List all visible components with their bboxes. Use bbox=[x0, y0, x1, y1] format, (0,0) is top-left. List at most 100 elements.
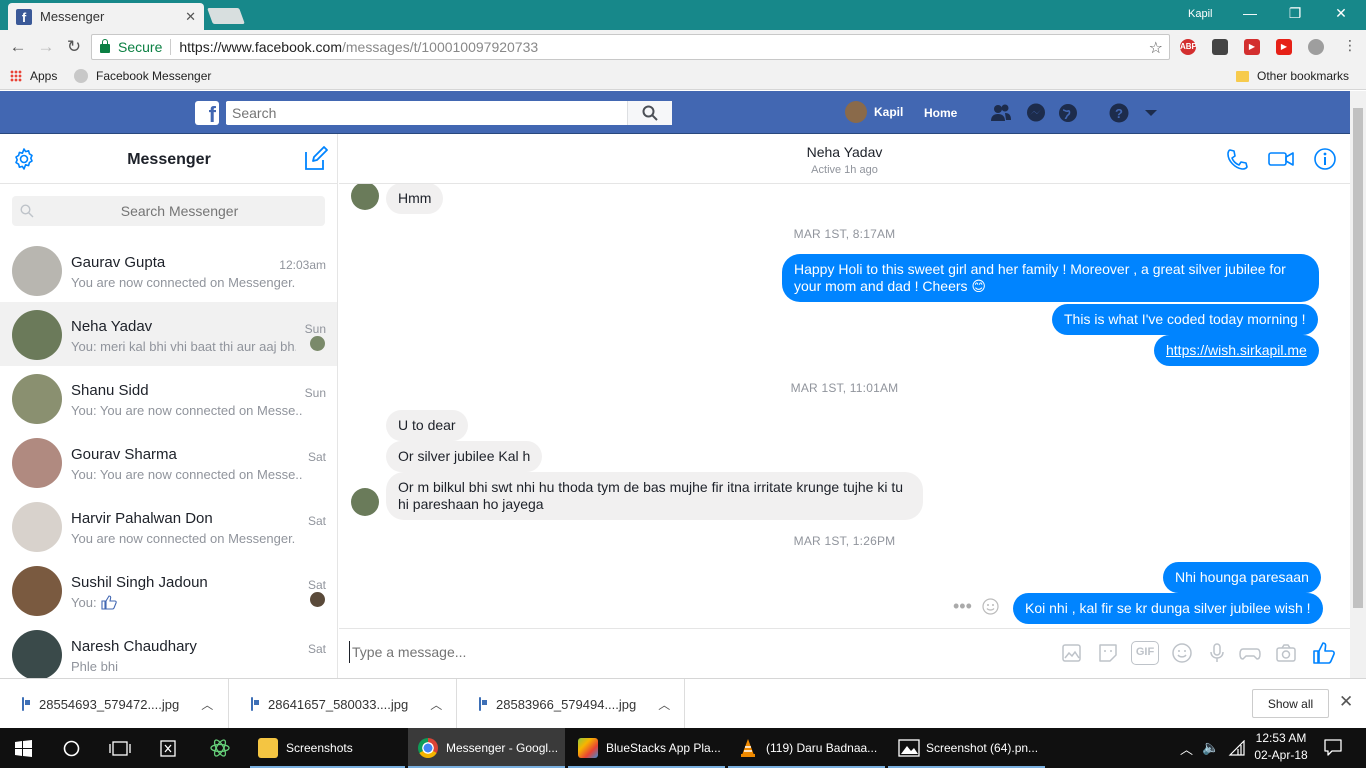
message-incoming[interactable]: Or m bilkul bhi swt nhi hu thoda tym de … bbox=[386, 472, 923, 520]
forward-icon[interactable]: → bbox=[36, 37, 56, 57]
cortana-search-icon[interactable] bbox=[63, 740, 80, 757]
clock-time[interactable]: 12:53 AM bbox=[1254, 731, 1308, 745]
back-icon[interactable]: ← bbox=[8, 37, 28, 57]
download-item[interactable]: 28583966_579494....jpg ︿ bbox=[457, 679, 685, 729]
sticker-icon[interactable] bbox=[1096, 641, 1120, 665]
conversation-item[interactable]: Shanu Sidd Sun You: You are now connecte… bbox=[0, 366, 337, 430]
reload-icon[interactable]: ↻ bbox=[64, 37, 84, 57]
avatar bbox=[12, 566, 62, 616]
emoji-icon[interactable] bbox=[1170, 641, 1194, 665]
conversation-name: Neha Yadav bbox=[71, 318, 153, 335]
thumbs-up-send-icon[interactable] bbox=[1312, 641, 1336, 665]
camera-icon[interactable] bbox=[1274, 641, 1298, 665]
window-profile-name[interactable]: Kapil bbox=[1188, 8, 1212, 20]
message-outgoing-link[interactable]: https://wish.sirkapil.me bbox=[1154, 335, 1319, 366]
conversation-item[interactable]: Sushil Singh Jadoun Sat You: bbox=[0, 558, 337, 622]
taskbar-item-bluestacks[interactable]: BlueStacks App Pla... bbox=[568, 728, 725, 768]
task-view-icon[interactable] bbox=[109, 740, 131, 757]
tab-close-icon[interactable]: ✕ bbox=[185, 9, 196, 25]
message-incoming[interactable]: U to dear bbox=[386, 410, 468, 441]
bookmark-facebook-messenger[interactable]: Facebook Messenger bbox=[74, 69, 211, 83]
microphone-icon[interactable] bbox=[1205, 641, 1229, 665]
page-icon bbox=[74, 69, 88, 83]
browser-tab-messenger[interactable]: f Messenger ✕ bbox=[8, 3, 204, 30]
new-message-compose-icon[interactable] bbox=[302, 146, 328, 172]
chevron-up-icon[interactable]: ︿ bbox=[658, 696, 670, 713]
search-messenger-input[interactable] bbox=[34, 203, 325, 219]
message-incoming[interactable]: Hmm bbox=[386, 184, 444, 214]
conversation-snippet: You: You are now connected on Messe... bbox=[71, 403, 303, 418]
extension-icon[interactable] bbox=[1308, 39, 1324, 55]
conversation-name: Shanu Sidd bbox=[71, 382, 149, 399]
game-controller-icon[interactable] bbox=[1238, 641, 1262, 665]
facebook-search-input[interactable] bbox=[226, 102, 627, 124]
chevron-up-icon[interactable]: ︿ bbox=[201, 696, 213, 713]
close-window-icon[interactable]: ✕ bbox=[1326, 5, 1356, 22]
video-extension-icon[interactable]: ▶ bbox=[1244, 39, 1260, 55]
message-outgoing[interactable]: Koi nhi , kal fir se kr dunga silver jub… bbox=[1013, 593, 1323, 624]
close-downloads-icon[interactable]: ✕ bbox=[1339, 692, 1353, 712]
atom-pinned-icon[interactable] bbox=[209, 737, 231, 759]
youtube-extension-icon[interactable]: ▶ bbox=[1276, 39, 1292, 55]
message-outgoing[interactable]: Happy Holi to this sweet girl and her fa… bbox=[782, 254, 1319, 302]
bookmark-star-icon[interactable]: ☆ bbox=[1149, 38, 1163, 58]
chat-contact-name[interactable]: Neha Yadav bbox=[339, 144, 1350, 160]
taskbar-item-photos[interactable]: Screenshot (64).pn... bbox=[888, 728, 1045, 768]
shield-extension-icon[interactable] bbox=[1212, 39, 1228, 55]
chrome-menu-icon[interactable]: ⋮ bbox=[1340, 37, 1360, 54]
scrollbar-thumb[interactable] bbox=[1353, 108, 1363, 608]
bookmark-other[interactable]: Other bookmarks bbox=[1236, 69, 1349, 83]
facebook-profile-link[interactable]: Kapil bbox=[845, 101, 903, 123]
minimize-icon[interactable]: — bbox=[1235, 5, 1265, 21]
message-link[interactable]: https://wish.sirkapil.me bbox=[1166, 342, 1307, 358]
message-input[interactable] bbox=[349, 641, 949, 663]
folder-icon bbox=[1236, 70, 1249, 82]
taskbar-item-screenshots[interactable]: Screenshots bbox=[250, 728, 405, 768]
messenger-icon[interactable] bbox=[1025, 102, 1047, 124]
gif-button[interactable]: GIF bbox=[1131, 641, 1159, 665]
account-menu-chevron-down-icon[interactable] bbox=[1141, 102, 1163, 124]
conversation-item[interactable]: Gourav Sharma Sat You: You are now conne… bbox=[0, 430, 337, 494]
clock-date[interactable]: 02-Apr-18 bbox=[1254, 748, 1308, 762]
reaction-smiley-icon[interactable] bbox=[982, 598, 999, 615]
message-outgoing[interactable]: Nhi hounga paresaan bbox=[1163, 562, 1321, 593]
help-icon[interactable]: ? bbox=[1108, 102, 1130, 124]
facebook-logo-icon[interactable]: f bbox=[195, 101, 219, 125]
download-item[interactable]: 28554693_579472....jpg ︿ bbox=[0, 679, 229, 729]
chevron-up-icon[interactable]: ︿ bbox=[430, 696, 442, 713]
conversation-info-icon[interactable] bbox=[1313, 147, 1337, 171]
taskbar-item-chrome[interactable]: Messenger - Googl... bbox=[408, 728, 565, 768]
message-outgoing[interactable]: This is what I've coded today morning ! bbox=[1052, 304, 1318, 335]
notifications-globe-icon[interactable] bbox=[1057, 102, 1079, 124]
conversation-item[interactable]: Harvir Pahalwan Don Sat You are now conn… bbox=[0, 494, 337, 558]
taskbar-item-vlc[interactable]: (119) Daru Badnaa... bbox=[728, 728, 885, 768]
conversation-item[interactable]: Naresh Chaudhary Sat Phle bhi bbox=[0, 622, 337, 678]
adblock-plus-icon[interactable]: ABP bbox=[1180, 39, 1197, 55]
conversation-item[interactable]: Gaurav Gupta 12:03am You are now connect… bbox=[0, 238, 337, 302]
more-options-icon[interactable]: ••• bbox=[953, 596, 972, 617]
facebook-search-button[interactable] bbox=[627, 101, 672, 125]
wifi-icon[interactable] bbox=[1228, 740, 1246, 756]
voice-call-icon[interactable] bbox=[1225, 147, 1249, 171]
tray-expand-chevron-up-icon[interactable]: ︿ bbox=[1180, 739, 1193, 758]
windows-start-icon[interactable] bbox=[15, 740, 32, 757]
action-center-icon[interactable] bbox=[1324, 739, 1342, 756]
image-file-icon bbox=[251, 697, 259, 711]
restore-icon[interactable]: ❐ bbox=[1280, 5, 1310, 22]
photo-icon[interactable] bbox=[1059, 641, 1083, 665]
message-incoming[interactable]: Or silver jubilee Kal h bbox=[386, 441, 543, 472]
video-call-icon[interactable] bbox=[1267, 147, 1295, 171]
conversation-time: Sat bbox=[307, 450, 326, 464]
windows-taskbar: Screenshots Messenger - Googl... BlueSta… bbox=[0, 728, 1366, 768]
show-all-downloads-button[interactable]: Show all bbox=[1252, 689, 1329, 718]
page-scrollbar[interactable] bbox=[1350, 91, 1366, 678]
download-item[interactable]: 28641657_580033....jpg ︿ bbox=[229, 679, 457, 729]
conversation-item-active[interactable]: Neha Yadav Sun You: meri kal bhi vhi baa… bbox=[0, 302, 337, 366]
bookmark-apps[interactable]: Apps bbox=[10, 69, 57, 83]
friend-requests-icon[interactable] bbox=[990, 102, 1012, 124]
home-link[interactable]: Home bbox=[924, 106, 957, 120]
volume-icon[interactable]: 🔈 bbox=[1202, 739, 1219, 756]
address-bar[interactable]: Secure https://www.facebook.com/messages… bbox=[91, 34, 1170, 60]
new-tab-button[interactable] bbox=[207, 8, 245, 24]
excel-pinned-icon[interactable] bbox=[160, 738, 180, 758]
